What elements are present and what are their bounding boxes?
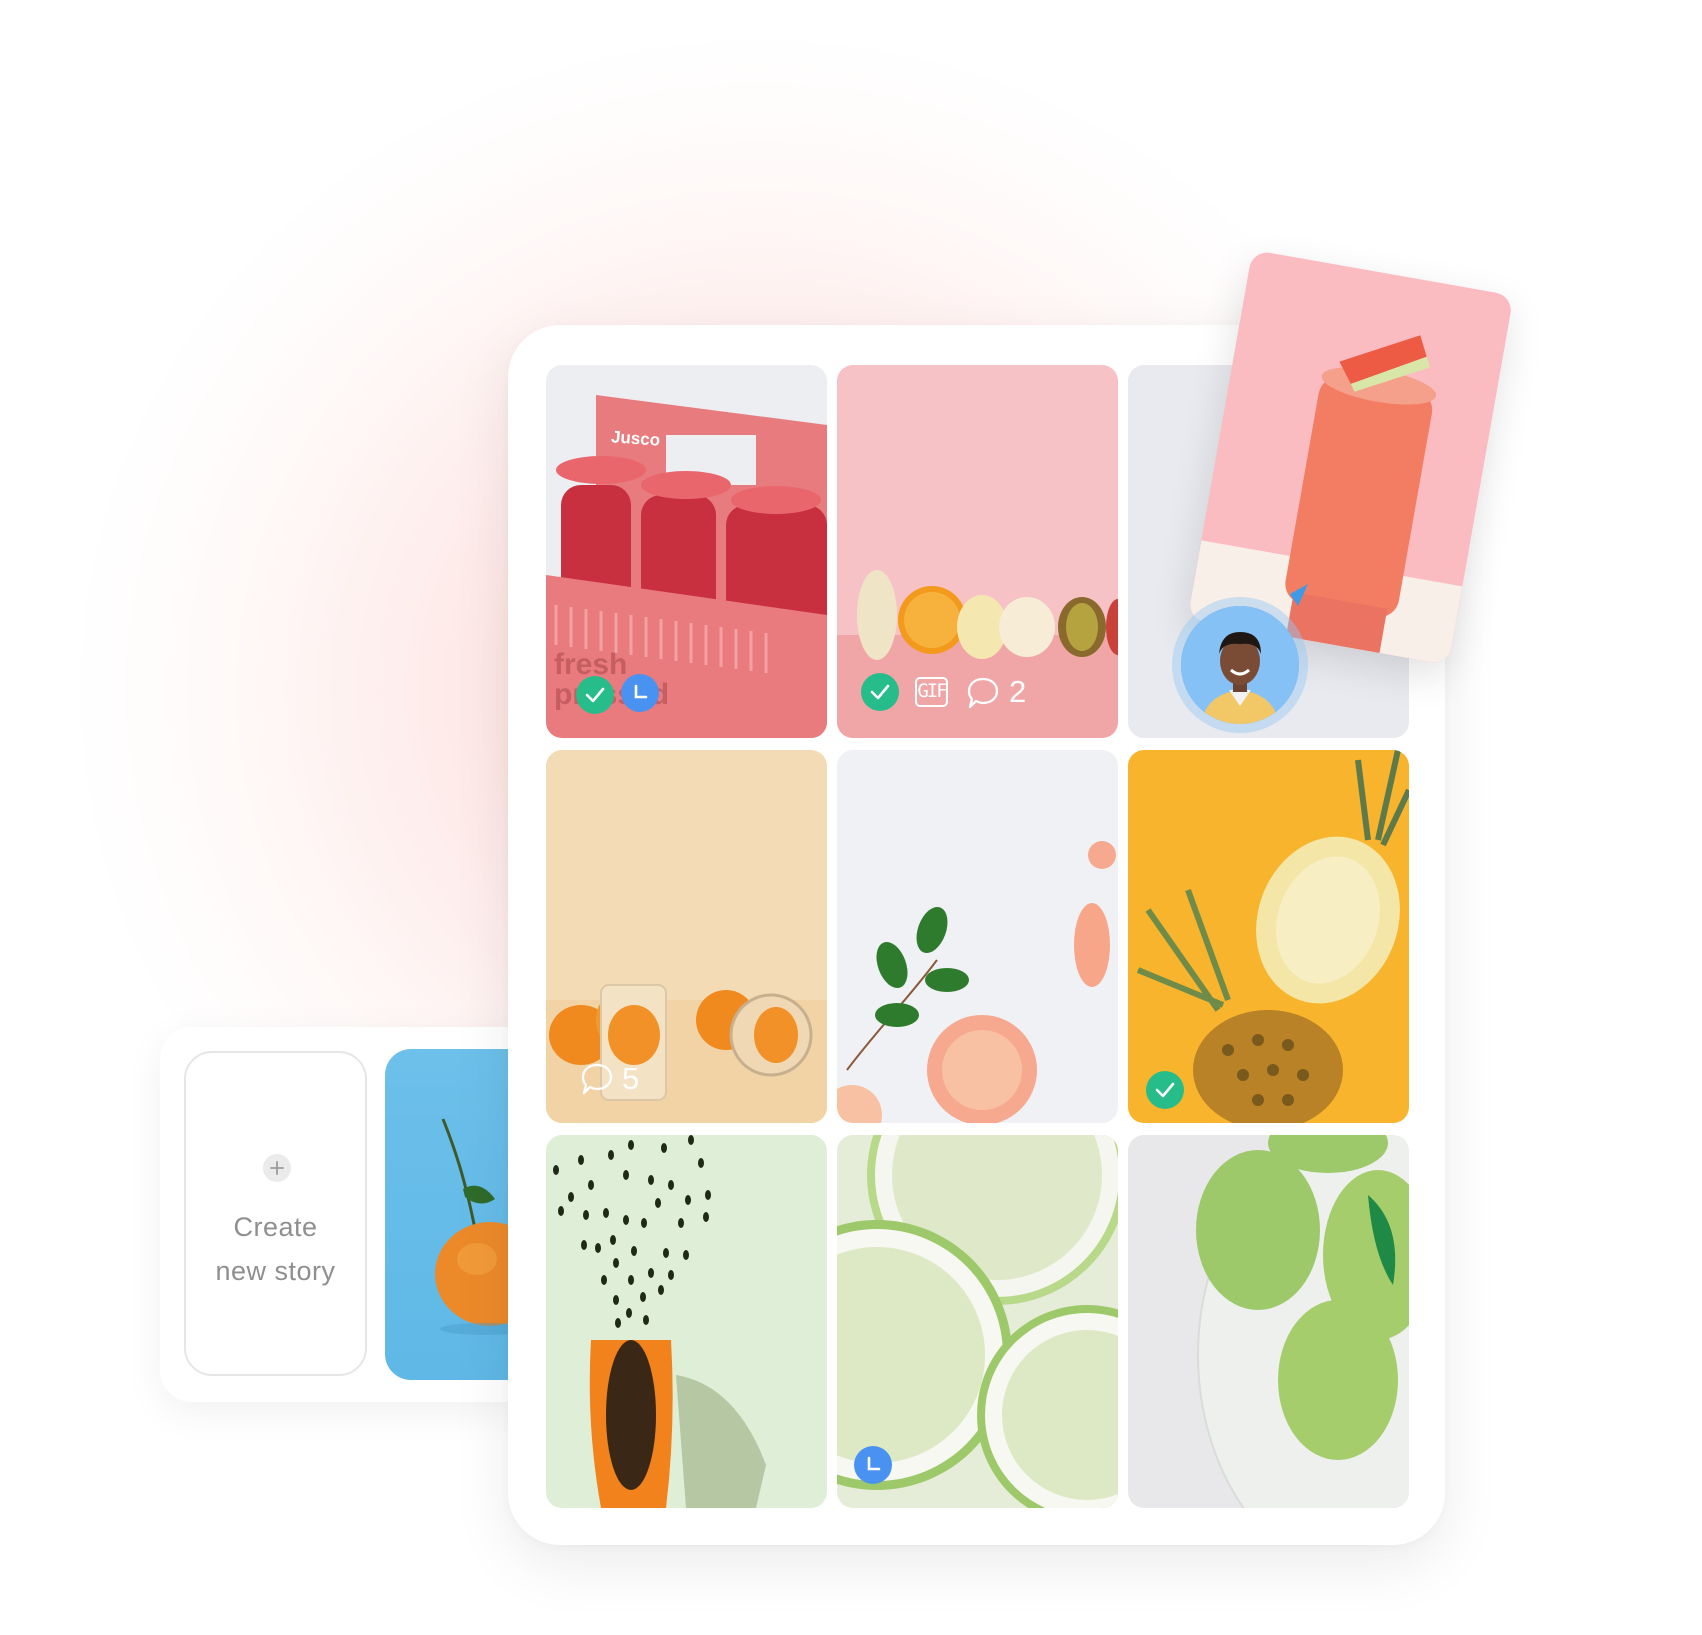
pineapple-photo bbox=[1128, 750, 1409, 1123]
collaborator-avatar[interactable] bbox=[1172, 597, 1308, 733]
grid-tile-lime-slices[interactable] bbox=[837, 1135, 1118, 1508]
grid-tile-juice-bottles[interactable]: Jusco fresh pressed bbox=[546, 365, 827, 738]
grid-tile-fruits-pink[interactable]: GIF 2 bbox=[837, 365, 1118, 738]
grid-tile-grapefruit-drink[interactable] bbox=[837, 750, 1118, 1123]
person-portrait-icon bbox=[1181, 606, 1299, 724]
create-new-story-button[interactable]: Create new story bbox=[184, 1051, 367, 1376]
comment-count: 2 bbox=[1009, 674, 1027, 709]
comment-icon bbox=[581, 1063, 613, 1095]
green-apples-photo bbox=[1128, 1135, 1409, 1508]
grid-tile-pineapple[interactable] bbox=[1128, 750, 1409, 1123]
papaya-photo bbox=[546, 1135, 827, 1508]
scheduled-clock-icon bbox=[854, 1446, 892, 1484]
comment-count: 5 bbox=[622, 1061, 640, 1096]
stories-panel: Create new story bbox=[160, 1027, 540, 1402]
create-label-line2: new story bbox=[215, 1256, 336, 1286]
approved-check-icon bbox=[576, 676, 614, 714]
scheduled-clock-icon bbox=[621, 674, 659, 712]
user-avatar bbox=[1181, 606, 1299, 724]
brand-text: Jusco bbox=[610, 427, 661, 450]
create-label-line1: Create bbox=[233, 1212, 318, 1242]
create-new-story-label: Create new story bbox=[186, 1205, 365, 1293]
grapefruit-drink-photo bbox=[837, 750, 1118, 1123]
plus-icon bbox=[263, 1154, 291, 1182]
comment-icon bbox=[967, 677, 999, 709]
grid-tile-tangerine-glass[interactable]: 5 bbox=[546, 750, 827, 1123]
approved-check-icon bbox=[861, 673, 899, 711]
approved-check-icon bbox=[1146, 1071, 1184, 1109]
grid-tile-green-apples[interactable] bbox=[1128, 1135, 1409, 1508]
gif-icon: GIF bbox=[915, 677, 948, 707]
drag-cursor-icon bbox=[1290, 584, 1308, 606]
grid-tile-papaya[interactable] bbox=[546, 1135, 827, 1508]
